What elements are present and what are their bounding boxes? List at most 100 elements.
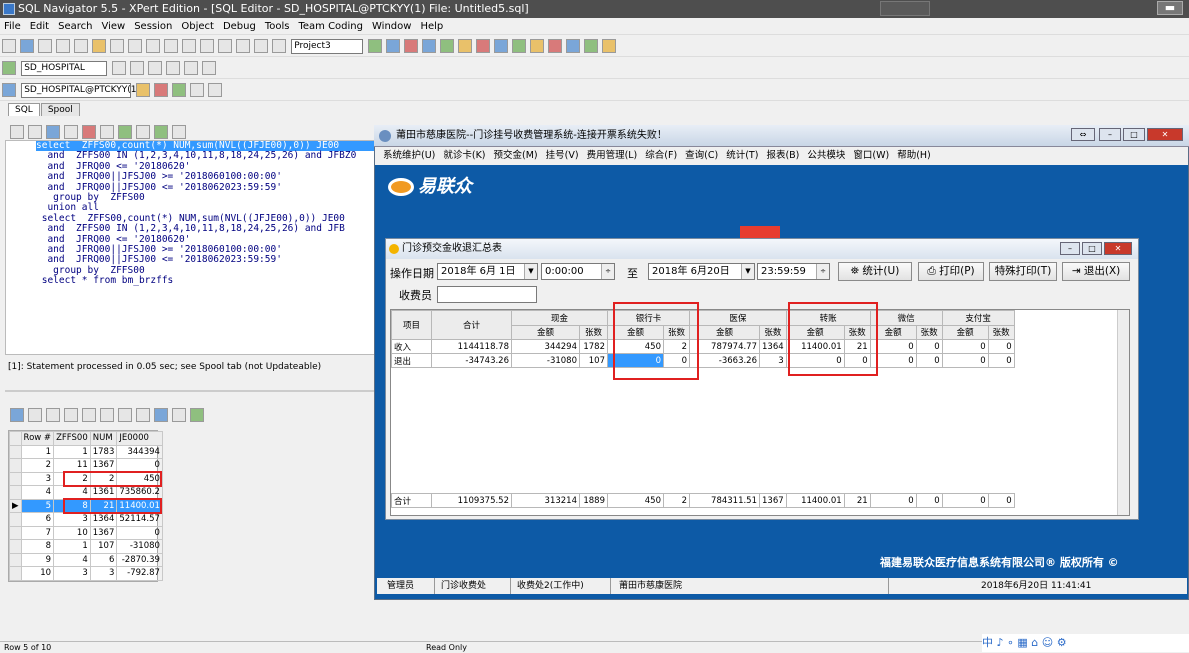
grid-cell[interactable]: 1361 (89, 485, 118, 500)
summary-cell[interactable]: 11400.01 (785, 339, 845, 354)
grid-cell[interactable]: -31080 (116, 539, 163, 554)
dialog-close-icon[interactable]: ✕ (1104, 242, 1132, 255)
result-grid[interactable]: Row # ZFFS00 NUM JE0000 1 1 1783 344394 2 11 1367 0… (8, 430, 163, 582)
summary-cell[interactable]: 0 (785, 353, 845, 368)
save-sql-icon[interactable] (46, 125, 60, 139)
tab-sql[interactable]: SQL (8, 103, 40, 116)
grid-cell[interactable]: 4 (53, 552, 91, 567)
summary-cell[interactable]: 1782 (579, 339, 608, 354)
summary-cell[interactable]: -31080 (511, 353, 580, 368)
uncomment-icon[interactable] (218, 39, 232, 53)
menu-item[interactable]: File (4, 21, 21, 32)
grid-form-icon[interactable] (190, 408, 204, 422)
end-date-picker[interactable]: 2018年 6月20日 ▼ (648, 263, 755, 280)
start-time-spin-icon[interactable]: ÷ (601, 264, 614, 279)
grid-first-icon[interactable] (28, 408, 42, 422)
summary-cell[interactable]: 0 (941, 339, 989, 354)
tool-g-icon[interactable] (476, 39, 491, 53)
summary-cell[interactable]: -3663.26 (689, 353, 760, 368)
summary-cell[interactable]: 787974.77 (689, 339, 760, 354)
summary-cell[interactable]: 0 (607, 353, 664, 368)
app-menu-item[interactable]: 挂号(V) (546, 150, 579, 161)
grid-header-cell[interactable]: Row # (20, 431, 55, 446)
next-icon[interactable] (154, 125, 168, 139)
menu-item[interactable]: Search (58, 21, 92, 32)
grid-header-cell[interactable]: ZFFS00 (53, 431, 91, 446)
table-row[interactable]: 3 2 2 450 (9, 471, 163, 486)
execute-icon[interactable] (82, 125, 96, 139)
menu-item[interactable]: Window (372, 21, 411, 32)
grid-icon[interactable] (146, 39, 160, 53)
end-date-dropdown-icon[interactable]: ▼ (741, 264, 754, 279)
new-sql-icon[interactable] (10, 125, 24, 139)
input-method-tray[interactable]: 中 ♪ ∘ ▦ ⌂ ☺ ⚙ (982, 634, 1189, 652)
grid-cell[interactable]: 450 (116, 471, 163, 486)
grid-cell[interactable]: 11 (53, 458, 91, 473)
menu-item[interactable]: Edit (30, 21, 49, 32)
xml-icon[interactable] (148, 61, 163, 75)
tool-m-icon[interactable] (584, 39, 599, 53)
summary-cell[interactable]: 344294 (511, 339, 580, 354)
app-menu-item[interactable]: 就诊卡(K) (443, 150, 485, 161)
grid-cell[interactable]: 4 (20, 485, 55, 500)
print-sql-icon[interactable] (64, 125, 78, 139)
menu-item[interactable]: View (101, 21, 125, 32)
summary-cell[interactable]: 0 (987, 339, 1015, 354)
table-row[interactable]: 9 4 6 -2870.39 (9, 552, 163, 567)
undo-icon[interactable] (110, 39, 124, 53)
summary-cell[interactable]: 450 (607, 493, 664, 508)
comment-icon[interactable] (200, 39, 214, 53)
stop-icon[interactable] (208, 83, 223, 97)
start-date-picker[interactable]: 2018年 6月 1日 ▼ (437, 263, 538, 280)
prev-icon[interactable] (136, 125, 150, 139)
summary-cell[interactable]: 450 (607, 339, 664, 354)
grid-cell[interactable]: 107 (89, 539, 118, 554)
grid-next-icon[interactable] (64, 408, 78, 422)
summary-cell[interactable]: 1367 (759, 493, 787, 508)
grid-header-cell[interactable]: JE0000 (116, 431, 163, 446)
grid-cell[interactable]: 9 (20, 552, 55, 567)
tool-e-icon[interactable] (440, 39, 455, 53)
summary-row[interactable]: 退出 -34743.26 -31080 107 0 0 -3663.26 3 0 0 0 0 0 0 (391, 353, 1015, 368)
grid-cell[interactable]: 1 (20, 444, 55, 459)
grid-cell[interactable]: 0 (116, 458, 163, 473)
grid-cell[interactable]: 735860.2 (116, 485, 163, 500)
summary-cell[interactable]: 784311.51 (689, 493, 760, 508)
menu-item[interactable]: Help (420, 21, 443, 32)
end-time-spinner[interactable]: 23:59:59 ÷ (757, 263, 830, 280)
menu-item[interactable]: Team Coding (298, 21, 363, 32)
summary-cell[interactable]: 0 (869, 493, 917, 508)
grid-prev-icon[interactable] (46, 408, 60, 422)
summary-cell[interactable]: 0 (869, 339, 917, 354)
grid-cell[interactable]: 52114.57 (116, 512, 163, 527)
summary-cell[interactable]: 0 (843, 353, 871, 368)
sql-editor[interactable]: select ZFFS00,count(*) NUM,sum(NVL((JFJE… (5, 140, 375, 355)
row-label[interactable]: 收入 (391, 339, 432, 354)
grid-save-icon[interactable] (10, 408, 24, 422)
grid-cell[interactable]: 21 (89, 498, 118, 513)
summary-cell[interactable]: 21 (843, 339, 871, 354)
pause-icon[interactable] (190, 83, 205, 97)
app-menu-item[interactable]: 综合(F) (645, 150, 677, 161)
table-row[interactable]: ▶ 5 8 21 11400.01 (9, 498, 163, 513)
schema-icon[interactable] (112, 61, 127, 75)
settings-icon[interactable] (202, 61, 217, 75)
grid-cell[interactable]: 6 (20, 512, 55, 527)
tool-k-icon[interactable] (548, 39, 563, 53)
grid-header-cell[interactable]: NUM (89, 431, 118, 446)
filter-icon[interactable] (130, 61, 145, 75)
app-menu-item[interactable]: 报表(B) (766, 150, 799, 161)
app-maximize-icon[interactable]: □ (1123, 128, 1145, 141)
summary-cell[interactable]: 0 (987, 493, 1015, 508)
cut-icon[interactable] (56, 39, 70, 53)
menu-item[interactable]: Object (181, 21, 214, 32)
grid-cell[interactable]: 2 (89, 471, 118, 486)
grid-cell[interactable]: 1367 (89, 458, 118, 473)
run-icon[interactable] (172, 83, 187, 97)
restore-icon[interactable] (880, 1, 930, 16)
tool-c-icon[interactable] (404, 39, 419, 53)
first-icon[interactable] (118, 125, 132, 139)
grid-cell[interactable]: 3 (89, 566, 118, 581)
grid-cell[interactable]: 2 (53, 471, 91, 486)
outdent-icon[interactable] (182, 39, 196, 53)
